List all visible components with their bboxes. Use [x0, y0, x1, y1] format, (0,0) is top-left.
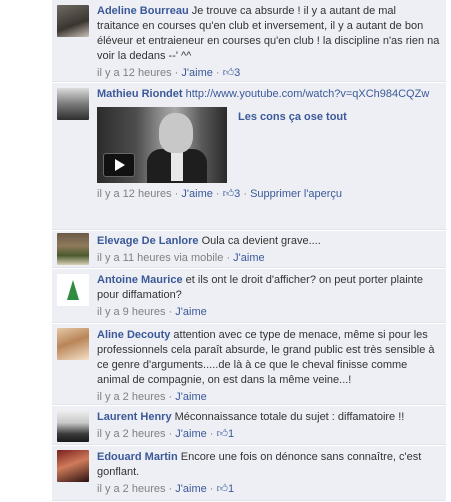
separator: · [168, 483, 173, 495]
comment-author[interactable]: Elevage De Lanlore [97, 235, 199, 247]
comment-author[interactable]: Adeline Bourreau [97, 5, 189, 17]
comment-meta: il y a 2 heures · J'aime · 👍︎1 [97, 427, 440, 442]
comment-feed: Adeline Bourreau Je trouve ca absurde ! … [52, 0, 446, 502]
avatar[interactable] [57, 88, 89, 120]
comment-author[interactable]: Mathieu Riondet [97, 88, 183, 100]
video-thumbnail[interactable] [97, 107, 227, 183]
thumbs-up-icon[interactable]: 👍︎ [223, 67, 235, 79]
avatar[interactable] [57, 274, 89, 306]
separator: · [168, 306, 173, 318]
separator: · [226, 252, 231, 264]
avatar[interactable] [57, 450, 89, 482]
separator: · [209, 428, 214, 440]
like-count[interactable]: 3 [234, 67, 240, 79]
separator: · [215, 67, 220, 79]
comment-item: Edouard Martin Encore une fois on dénonc… [52, 446, 446, 501]
like-count[interactable]: 1 [228, 428, 234, 440]
separator: · [174, 67, 179, 79]
comment-item: Elevage De Lanlore Oula ca devient grave… [52, 231, 446, 268]
comment-item: Antoine Maurice et ils ont le droit d'af… [52, 269, 446, 323]
thumbs-up-icon[interactable]: 👍︎ [217, 428, 229, 440]
video-preview[interactable]: Les cons ça ose tout [97, 107, 440, 185]
like-button[interactable]: J'aime [181, 67, 212, 79]
comment-time[interactable]: il y a 12 heures [97, 188, 172, 200]
comment-author[interactable]: Antoine Maurice [97, 274, 183, 286]
comment-meta: il y a 12 heures · J'aime · 👍︎3 [97, 66, 440, 81]
like-button[interactable]: J'aime [233, 252, 264, 264]
comment-author[interactable]: Aline Decouty [97, 329, 170, 341]
separator: · [168, 391, 173, 403]
comment-time[interactable]: il y a 2 heures [97, 428, 165, 440]
comment-author[interactable]: Edouard Martin [97, 451, 178, 463]
avatar[interactable] [57, 233, 89, 265]
comment-time[interactable]: il y a 11 heures via mobile [97, 252, 223, 264]
like-button[interactable]: J'aime [175, 391, 206, 403]
thumbs-up-icon[interactable]: 👍︎ [217, 483, 229, 495]
comment-link[interactable]: http://www.youtube.com/watch?v=qXCh984CQ… [186, 88, 430, 100]
comment-author[interactable]: Laurent Henry [97, 411, 172, 423]
comment-text: Méconnaissance totale du sujet : diffama… [174, 411, 405, 423]
comment-text: Oula ca devient grave.... [201, 235, 321, 247]
remove-preview-link[interactable]: Supprimer l'aperçu [250, 188, 342, 200]
video-title[interactable]: Les cons ça ose tout [238, 110, 347, 125]
comment-item: Adeline Bourreau Je trouve ca absurde ! … [52, 0, 446, 82]
like-button[interactable]: J'aime [181, 188, 212, 200]
avatar[interactable] [57, 5, 89, 37]
like-button[interactable]: J'aime [175, 306, 206, 318]
separator: · [168, 428, 173, 440]
thumbs-up-icon[interactable]: 👍︎ [223, 188, 235, 200]
comment-meta: il y a 12 heures · J'aime · 👍︎3 · Suppri… [97, 187, 440, 202]
comment-item: Laurent Henry Méconnaissance totale du s… [52, 406, 446, 445]
like-button[interactable]: J'aime [175, 428, 206, 440]
separator: · [209, 483, 214, 495]
comment-time[interactable]: il y a 12 heures [97, 67, 172, 79]
like-count[interactable]: 1 [228, 483, 234, 495]
comment-time[interactable]: il y a 2 heures [97, 391, 165, 403]
like-button[interactable]: J'aime [175, 483, 206, 495]
comment-item: Aline Decouty attention avec ce type de … [52, 324, 446, 405]
like-count[interactable]: 3 [234, 188, 240, 200]
separator: · [215, 188, 220, 200]
play-icon[interactable] [103, 153, 135, 177]
comment-time[interactable]: il y a 9 heures [97, 306, 165, 318]
separator: · [243, 188, 248, 200]
comment-time[interactable]: il y a 2 heures [97, 483, 165, 495]
comment-meta: il y a 11 heures via mobile · J'aime [97, 251, 440, 266]
avatar[interactable] [57, 410, 89, 442]
comment-meta: il y a 2 heures · J'aime [97, 390, 440, 405]
separator: · [174, 188, 179, 200]
comment-item: Mathieu Riondet http://www.youtube.com/w… [52, 83, 446, 230]
avatar[interactable] [57, 328, 89, 360]
comment-meta: il y a 2 heures · J'aime · 👍︎1 [97, 482, 440, 497]
comment-meta: il y a 9 heures · J'aime [97, 305, 440, 320]
